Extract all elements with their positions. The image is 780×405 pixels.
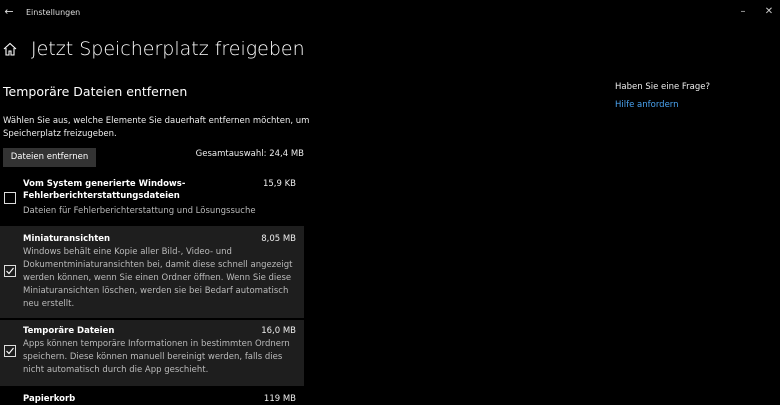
help-question: Haben Sie eine Frage? xyxy=(615,82,711,92)
list-item-recycle-bin[interactable]: Papierkorb 119 MB xyxy=(0,388,304,405)
item-size: 119 MB xyxy=(263,394,296,404)
item-size: 16,0 MB xyxy=(261,326,296,336)
page-title: Jetzt Speicherplatz freigeben xyxy=(31,38,305,60)
window-title: Einstellungen xyxy=(26,8,81,17)
checkbox-temp-files[interactable] xyxy=(4,345,16,357)
section-heading: Temporäre Dateien entfernen xyxy=(3,84,188,99)
remove-files-button[interactable]: Dateien entfernen xyxy=(3,148,96,167)
title-bar: ← Einstellungen – ✕ xyxy=(0,0,780,26)
close-button[interactable]: ✕ xyxy=(758,4,780,20)
total-selection: Gesamtauswahl: 24,4 MB xyxy=(195,149,304,159)
item-title: Vom System generierte Windows-Fehlerberi… xyxy=(23,179,186,201)
item-size: 8,05 MB xyxy=(261,234,296,244)
list-item-temp-files[interactable]: Temporäre Dateien 16,0 MB Apps können te… xyxy=(0,320,304,386)
home-icon[interactable] xyxy=(2,41,18,57)
item-title: Papierkorb xyxy=(23,394,76,404)
item-title: Miniaturansichten xyxy=(23,234,111,244)
checkbox-thumbnails[interactable] xyxy=(4,265,16,277)
checkmark-icon xyxy=(6,267,14,275)
checkmark-icon xyxy=(6,347,14,355)
list-item-error-reports[interactable]: Vom System generierte Windows-Fehlerberi… xyxy=(0,174,304,224)
section-description: Wählen Sie aus, welche Elemente Sie daue… xyxy=(3,116,310,139)
maximize-button[interactable] xyxy=(734,4,756,20)
help-link[interactable]: Hilfe anfordern xyxy=(615,100,679,110)
item-size: 15,9 KB xyxy=(262,179,296,189)
back-arrow-icon[interactable]: ← xyxy=(0,3,18,21)
item-description: Windows behält eine Kopie aller Bild-, V… xyxy=(23,247,293,309)
item-description: Dateien für Fehlerberichterstattung und … xyxy=(23,206,256,216)
list-item-thumbnails[interactable]: Miniaturansichten 8,05 MB Windows behält… xyxy=(0,226,304,318)
item-title: Temporäre Dateien xyxy=(23,326,115,336)
item-description: Apps können temporäre Informationen in b… xyxy=(23,339,290,375)
checkbox-error-reports[interactable] xyxy=(4,192,16,204)
